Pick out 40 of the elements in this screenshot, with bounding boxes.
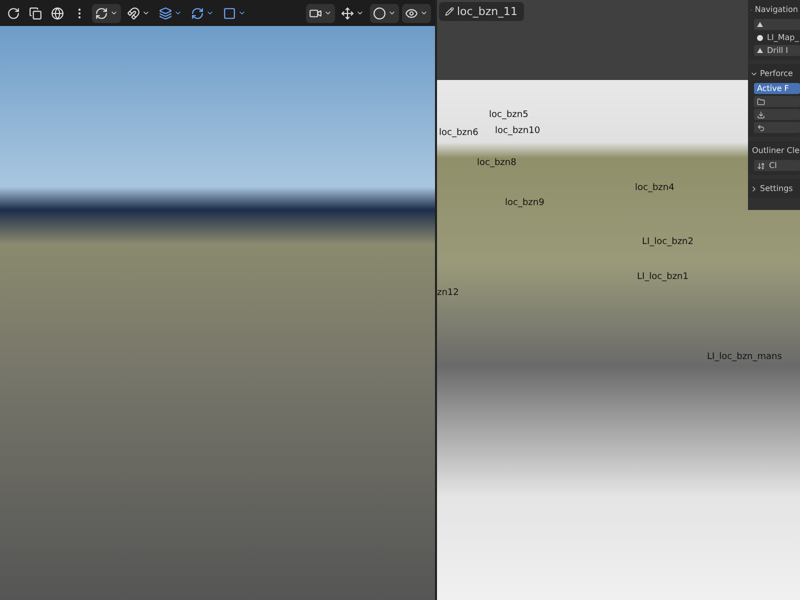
panel-header[interactable]: Navigation [748, 2, 800, 17]
map-option[interactable]: LI_Map_ [754, 32, 800, 43]
sort-button[interactable]: Cl [754, 160, 800, 171]
object-label: LI_loc_bzn2 [642, 237, 694, 247]
object-label: LI_loc_bzn1 [637, 272, 688, 282]
panel-title: Navigation [754, 5, 798, 14]
panel-title: Settings [760, 184, 793, 193]
shading-icon[interactable] [370, 4, 399, 22]
panel-title: Perforce [760, 69, 793, 78]
panel-header[interactable]: Outliner Cle [748, 143, 800, 158]
object-label: zn12 [437, 288, 459, 298]
chevron-right-icon [750, 184, 758, 192]
panel-title: Outliner Cle [752, 146, 800, 155]
panel-header[interactable]: Settings [748, 181, 800, 196]
object-label: LI_loc_bzn_mans [707, 352, 782, 362]
object-label: loc_bzn10 [495, 126, 540, 136]
perforce-icon [757, 124, 765, 132]
icon-button[interactable] [754, 122, 800, 133]
object-label: loc_bzn6 [439, 128, 478, 138]
pen-icon [445, 7, 454, 16]
sort-icon [757, 162, 765, 170]
object-label: loc_bzn4 [635, 183, 674, 193]
perforce-icon [757, 98, 765, 106]
triangle-icon [757, 22, 763, 27]
object-label: loc_bzn9 [505, 198, 544, 208]
icon-button[interactable] [754, 109, 800, 120]
panel-header[interactable]: Perforce [748, 66, 800, 81]
active-button[interactable]: Active F [754, 83, 800, 94]
perforce-icon [757, 110, 765, 118]
camera-icon[interactable] [306, 4, 335, 22]
object-label: loc_bzn8 [477, 158, 516, 168]
drill-button[interactable]: Drill I [754, 45, 800, 56]
pivot-icon[interactable] [92, 4, 121, 22]
object-name: loc_bzn_11 [457, 5, 518, 18]
object-label: loc_bzn5 [489, 110, 528, 120]
triangle-icon [757, 48, 763, 53]
eye-icon[interactable] [402, 4, 431, 22]
icon-button[interactable] [754, 96, 800, 107]
icon-button[interactable] [754, 19, 800, 30]
radio-icon [757, 34, 763, 40]
